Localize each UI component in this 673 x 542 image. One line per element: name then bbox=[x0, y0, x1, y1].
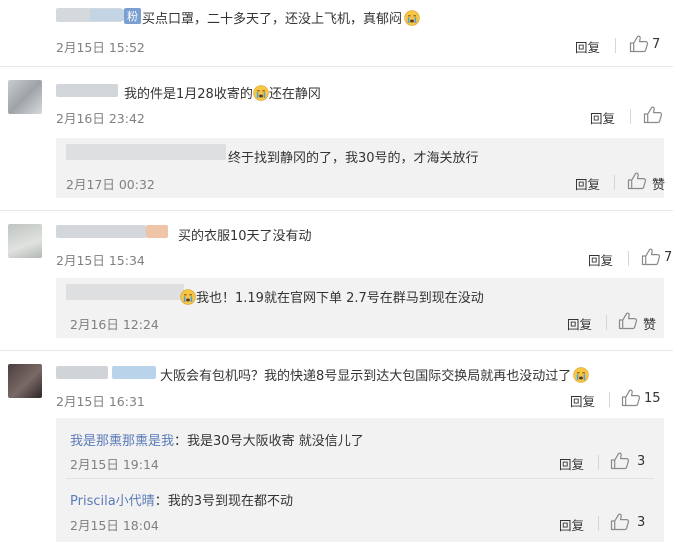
crying-emoji-icon bbox=[180, 289, 196, 305]
thumbs-up-icon[interactable] bbox=[618, 312, 638, 330]
reply-time: 2月17日 00:32 bbox=[66, 177, 155, 192]
reply-box: 我是那熏那熏是我：我是30号大阪收寄 就没信儿了 2月15日 19:14 回复 … bbox=[56, 418, 664, 542]
divider bbox=[606, 315, 607, 330]
reply-button[interactable]: 回复 bbox=[590, 108, 615, 127]
reply-text: 我是那熏那熏是我：我是30号大阪收寄 就没信儿了 bbox=[70, 434, 364, 449]
reply-text: 我也！1.19就在官网下单 2.7号在群马到现在没动 bbox=[180, 287, 484, 306]
comment-time: 2月15日 15:34 bbox=[56, 253, 145, 268]
comment-time: 2月15日 16:31 bbox=[56, 394, 145, 409]
reply-text: 终于找到静冈的了，我30号的，才海关放行 bbox=[228, 151, 479, 166]
comment-text: 我的件是1月28收寄的 还在静冈 bbox=[124, 85, 321, 102]
divider bbox=[615, 38, 616, 53]
like-count: 7 bbox=[664, 250, 673, 265]
thumbs-up-icon[interactable] bbox=[610, 452, 630, 470]
username-blurred bbox=[112, 366, 156, 379]
username-blurred[interactable] bbox=[56, 84, 118, 97]
divider bbox=[614, 175, 615, 190]
reply-text: Priscila小代晴：我的3号到现在都不动 bbox=[70, 494, 293, 509]
avatar[interactable] bbox=[8, 224, 42, 258]
comment-text: 买的衣服10天了没有动 bbox=[178, 229, 312, 244]
like-label: 赞 bbox=[643, 318, 657, 333]
reply-time: 2月15日 19:14 bbox=[70, 457, 159, 472]
username-blurred[interactable] bbox=[56, 366, 108, 379]
reply-button[interactable]: 回复 bbox=[567, 314, 592, 333]
reply-button[interactable]: 回复 bbox=[559, 515, 584, 534]
separator bbox=[0, 66, 673, 67]
reply-button[interactable]: 回复 bbox=[588, 250, 613, 269]
reply-button[interactable]: 回复 bbox=[575, 37, 600, 56]
reply-time: 2月16日 12:24 bbox=[70, 317, 159, 332]
crying-emoji-icon bbox=[253, 85, 269, 101]
thumbs-up-icon[interactable] bbox=[627, 172, 647, 190]
divider bbox=[598, 455, 599, 470]
reply-box: 终于找到静冈的了，我30号的，才海关放行 2月17日 00:32 回复 赞 bbox=[56, 138, 666, 198]
avatar[interactable] bbox=[8, 364, 42, 398]
reply-time: 2月15日 18:04 bbox=[70, 518, 159, 533]
crying-emoji-icon bbox=[573, 367, 589, 383]
thumbs-up-icon[interactable] bbox=[621, 389, 641, 407]
crying-emoji-icon bbox=[404, 10, 420, 26]
divider bbox=[630, 109, 631, 124]
username-blurred[interactable] bbox=[56, 225, 146, 238]
avatar[interactable] bbox=[8, 80, 42, 114]
comment-time: 2月15日 15:52 bbox=[56, 40, 145, 55]
reply-button[interactable]: 回复 bbox=[559, 454, 584, 473]
like-count: 15 bbox=[644, 391, 661, 406]
divider bbox=[609, 392, 610, 407]
username-blurred bbox=[146, 225, 168, 238]
comment-time: 2月16日 23:42 bbox=[56, 111, 145, 126]
reply-button[interactable]: 回复 bbox=[570, 391, 595, 410]
divider bbox=[598, 516, 599, 531]
username-blurred[interactable] bbox=[66, 284, 184, 300]
like-count: 7 bbox=[652, 37, 661, 52]
like-count: 3 bbox=[637, 515, 646, 530]
comment-text: 买点口罩，二十多天了，还没上飞机，真郁闷 bbox=[142, 8, 420, 27]
username-blurred[interactable] bbox=[66, 144, 226, 160]
comment-text: 大阪会有包机吗？我的快递8号显示到达大包国际交换局就再也没动过了 bbox=[160, 365, 589, 384]
reply-button[interactable]: 回复 bbox=[575, 174, 600, 193]
thumbs-up-icon[interactable] bbox=[629, 35, 649, 53]
thumbs-up-icon[interactable] bbox=[641, 248, 661, 266]
separator bbox=[0, 210, 673, 211]
fan-badge: 粉 bbox=[124, 8, 141, 24]
divider bbox=[628, 251, 629, 266]
reply-box: 我也！1.19就在官网下单 2.7号在群马到现在没动 2月16日 12:24 回… bbox=[56, 278, 664, 338]
thumbs-up-icon[interactable] bbox=[643, 106, 663, 124]
separator bbox=[0, 350, 673, 351]
username-blurred bbox=[90, 9, 124, 21]
reply-divider bbox=[66, 478, 654, 479]
reply-username[interactable]: Priscila小代晴 bbox=[70, 494, 155, 509]
thumbs-up-icon[interactable] bbox=[610, 513, 630, 531]
like-count: 3 bbox=[637, 454, 646, 469]
reply-username[interactable]: 我是那熏那熏是我 bbox=[70, 434, 174, 449]
like-label: 赞 bbox=[652, 178, 666, 193]
